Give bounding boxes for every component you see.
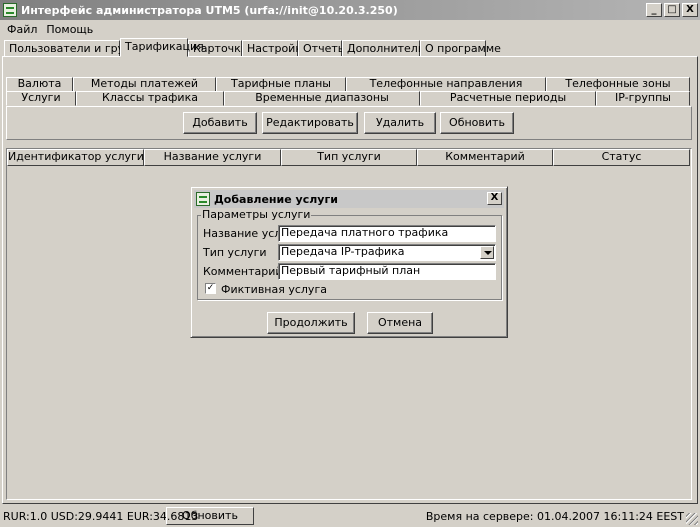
add-button[interactable]: Добавить xyxy=(183,112,257,134)
column-service-name[interactable]: Название услуги xyxy=(144,149,281,166)
subtabs-row-2: Услуги Классы трафика Временные диапазон… xyxy=(6,91,690,106)
minimize-button[interactable]: _ xyxy=(646,3,662,17)
subtab-currency[interactable]: Валюта xyxy=(6,77,73,92)
table-header: Идентификатор услуги Название услуги Тип… xyxy=(7,149,690,166)
title-bar: Интерфейс администратора UTM5 (urfa://in… xyxy=(0,0,700,20)
column-comment[interactable]: Комментарий xyxy=(417,149,553,166)
column-service-type[interactable]: Тип услуги xyxy=(281,149,417,166)
resize-grip-icon[interactable] xyxy=(686,513,698,525)
status-refresh-button[interactable]: Обновить xyxy=(166,507,254,525)
close-button[interactable]: X xyxy=(682,3,698,17)
dialog-title-bar: Добавление услуги X xyxy=(194,190,504,208)
menu-bar: Файл Помощь xyxy=(0,20,99,38)
group-label: Параметры услуги xyxy=(201,208,312,221)
tab-settings[interactable]: Настройки xyxy=(242,40,309,57)
dialog-icon xyxy=(196,192,210,206)
refresh-button[interactable]: Обновить xyxy=(440,112,514,134)
menu-file[interactable]: Файл xyxy=(4,23,43,36)
subtab-ip-groups[interactable]: IP-группы xyxy=(596,91,690,106)
tab-about[interactable]: О программе xyxy=(420,40,501,57)
cancel-button[interactable]: Отмена xyxy=(367,312,433,334)
service-type-label: Тип услуги xyxy=(203,246,267,259)
app-icon xyxy=(3,3,17,17)
tab-users-groups[interactable]: Пользователи и группы xyxy=(4,40,147,57)
tab-additional[interactable]: Дополнительно xyxy=(342,40,438,57)
subtab-billing-periods[interactable]: Расчетные периоды xyxy=(420,91,596,106)
menu-help[interactable]: Помощь xyxy=(43,23,99,36)
edit-button[interactable]: Редактировать xyxy=(262,112,358,134)
dialog-title: Добавление услуги xyxy=(214,192,338,206)
tab-tariffication[interactable]: Тарификация xyxy=(120,38,204,57)
comment-input[interactable]: Первый тарифный план xyxy=(278,263,496,280)
subtab-traffic-classes[interactable]: Классы трафика xyxy=(76,91,224,106)
subtab-services[interactable]: Услуги xyxy=(6,91,76,106)
service-type-select[interactable]: Передача IP-трафика xyxy=(278,244,496,261)
window-title: Интерфейс администратора UTM5 (urfa://in… xyxy=(21,3,398,17)
column-service-id[interactable]: Идентификатор услуги xyxy=(7,149,144,166)
chevron-down-icon[interactable] xyxy=(480,246,494,259)
main-tabs: Пользователи и группы Тарификация Карточ… xyxy=(4,38,501,57)
fictive-label: Фиктивная услуга xyxy=(221,283,327,296)
subtab-payment-methods[interactable]: Методы платежей xyxy=(73,77,216,92)
service-type-value: Передача IP-трафика xyxy=(281,245,405,258)
subtab-time-ranges[interactable]: Временные диапазоны xyxy=(224,91,420,106)
fictive-checkbox[interactable]: ✓ xyxy=(205,283,216,294)
subtab-phone-directions[interactable]: Телефонные направления xyxy=(346,77,546,92)
comment-label: Комментарий xyxy=(203,265,283,278)
column-status[interactable]: Статус xyxy=(553,149,690,166)
maximize-button[interactable]: □ xyxy=(664,3,680,17)
server-time: Время на сервере: 01.04.2007 16:11:24 EE… xyxy=(425,510,684,523)
subtabs-row-1: Валюта Методы платежей Тарифные планы Те… xyxy=(6,77,690,92)
subtab-tariff-plans[interactable]: Тарифные планы xyxy=(216,77,346,92)
delete-button[interactable]: Удалить xyxy=(364,112,436,134)
status-bar: RUR:1.0 USD:29.9441 EUR:34.6813 Обновить… xyxy=(0,506,700,527)
dialog-close-button[interactable]: X xyxy=(487,192,502,205)
service-name-input[interactable]: Передача платного трафика xyxy=(278,225,496,242)
continue-button[interactable]: Продолжить xyxy=(267,312,355,334)
tab-reports[interactable]: Отчеты xyxy=(298,40,346,57)
subtab-phone-zones[interactable]: Телефонные зоны xyxy=(546,77,690,92)
add-service-dialog: Добавление услуги X Параметры услуги Наз… xyxy=(190,186,508,338)
